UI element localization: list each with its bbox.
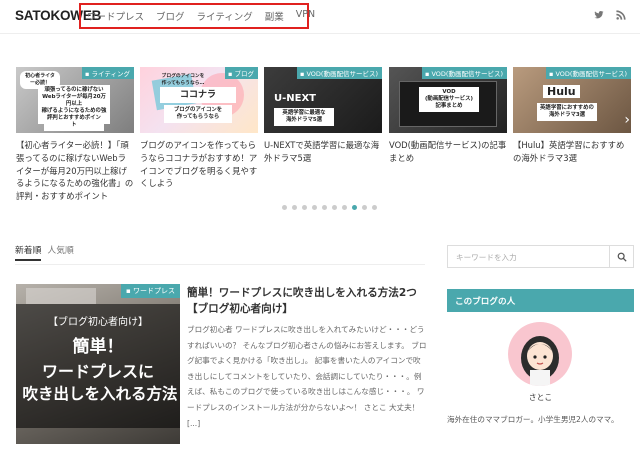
slider-card[interactable]: VOD (動画配信サービス) 記事まとめ ▪ VOD(動画配信サービス) VOD… — [389, 67, 507, 165]
nav-item-writing[interactable]: ライティング — [197, 9, 253, 23]
category-badge: ▪ VOD(動画配信サービス) — [545, 67, 631, 79]
thumb-text: 評判とおすすめポイント — [44, 113, 104, 131]
slider-dot[interactable] — [342, 205, 347, 210]
site-header: SATOKOWEB ワードプレス ブログ ライティング 副業 VPN — [0, 0, 640, 34]
article-excerpt: ブログ初心者 ワードプレスに吹き出しを入れてみたいけど・・・どうすればいいの？ … — [187, 325, 427, 428]
slider-card[interactable]: Hulu 英語学習におすすめの 海外ドラマ3選 ▪ VOD(動画配信サービス) … — [513, 67, 631, 165]
author-avatar — [508, 322, 572, 386]
card-title[interactable]: VOD(動画配信サービス)の記事まとめ — [389, 139, 507, 165]
slider-pagination — [282, 205, 377, 210]
slider-dot[interactable] — [302, 205, 307, 210]
post-sort-tabs: 新着順 人気順 — [15, 243, 74, 261]
global-nav: ワードプレス ブログ ライティング 副業 VPN — [87, 9, 315, 23]
slider-dot[interactable] — [312, 205, 317, 210]
card-thumbnail: ブログのアイコンを 作ってもらうなら… ココナラ ブログのアイコンを 作ってもら… — [140, 67, 258, 133]
search-input[interactable]: キーワードを入力 — [456, 252, 517, 263]
slider-dot[interactable] — [282, 205, 287, 210]
tab-newest[interactable]: 新着順 — [15, 243, 42, 261]
card-thumbnail: U-NEXT 英語学習に最適な 海外ドラマ5選 ▪ VOD(動画配信サービス) — [264, 67, 382, 133]
featured-slider: ‹ 初心者ライター必読！ 頑張ってるのに稼げない Webライターが毎月20万円以… — [0, 62, 640, 212]
card-title[interactable]: 【初心者ライター必読！】「頑張ってるのに稼げないWebライターが毎月20万円以上… — [16, 139, 134, 203]
category-badge: ▪ ブログ — [225, 67, 258, 79]
nav-item-vpn[interactable]: VPN — [296, 9, 315, 23]
thumb-text: ココナラ — [160, 87, 236, 103]
slider-dot[interactable] — [322, 205, 327, 210]
card-thumbnail: 初心者ライター必読！ 頑張ってるのに稼げない Webライターが毎月20万円以上 … — [16, 67, 134, 133]
card-title[interactable]: 【Hulu】英語学習におすすめの海外ドラマ3選 — [513, 139, 631, 165]
search-button[interactable] — [609, 246, 633, 267]
card-title[interactable]: ブログのアイコンを作ってもらうならココナラがおすすめ！アイコンでブログを明るく見… — [140, 139, 258, 190]
slider-prev-arrow[interactable]: ‹ — [2, 112, 8, 128]
tab-divider — [15, 264, 425, 265]
nav-item-side-job[interactable]: 副業 — [265, 9, 284, 23]
thumb-text: ブログのアイコンを 作ってもらうなら — [164, 105, 232, 123]
card-thumbnail: Hulu 英語学習におすすめの 海外ドラマ3選 ▪ VOD(動画配信サービス) — [513, 67, 631, 133]
slider-dot[interactable] — [292, 205, 297, 210]
rss-icon[interactable] — [616, 10, 626, 20]
thumb-text: 簡単！ — [72, 337, 124, 357]
thumb-text: ワードプレスに — [41, 362, 154, 381]
author-name: さとこ — [528, 393, 553, 402]
header-social — [594, 10, 626, 20]
nav-item-blog[interactable]: ブログ — [156, 9, 185, 23]
nav-item-wordpress[interactable]: ワードプレス — [87, 9, 144, 23]
article-title[interactable]: 簡単！ワードプレスに吹き出しを入れる方法2つ【ブログ初心者向け】 — [187, 285, 427, 317]
author-bio: 海外在住のママブロガー。小学生男児2人のママ。 — [447, 415, 619, 424]
thumb-text: 英語学習におすすめの 海外ドラマ3選 — [537, 103, 597, 121]
search-icon — [617, 252, 627, 262]
slider-card[interactable]: 初心者ライター必読！ 頑張ってるのに稼げない Webライターが毎月20万円以上 … — [16, 67, 134, 203]
search-box: キーワードを入力 — [447, 245, 634, 268]
category-badge: ▪ VOD(動画配信サービス) — [296, 67, 382, 79]
category-badge: ▪ ワードプレス — [121, 284, 180, 298]
slider-next-arrow[interactable]: › — [624, 112, 630, 128]
profile-widget-title: このブログの人 — [447, 289, 634, 312]
twitter-icon[interactable] — [594, 10, 604, 20]
slider-dot[interactable] — [332, 205, 337, 210]
category-badge: ▪ ライティング — [82, 67, 134, 79]
category-badge: ▪ VOD(動画配信サービス) — [421, 67, 507, 79]
article-thumbnail[interactable]: 【ブログ初心者向け】 簡単！ ワードプレスに 吹き出しを入れる方法 ▪ ワードプ… — [16, 284, 180, 444]
tab-popular[interactable]: 人気順 — [47, 243, 73, 261]
thumb-text: VOD (動画配信サービス) 記事まとめ — [419, 87, 479, 112]
slider-dot[interactable] — [372, 205, 377, 210]
slider-card[interactable]: U-NEXT 英語学習に最適な 海外ドラマ5選 ▪ VOD(動画配信サービス) … — [264, 67, 382, 165]
card-thumbnail: VOD (動画配信サービス) 記事まとめ ▪ VOD(動画配信サービス) — [389, 67, 507, 133]
card-title[interactable]: U-NEXTで英語学習に最適な海外ドラマ5選 — [264, 139, 382, 165]
thumb-text: 英語学習に最適な 海外ドラマ5選 — [274, 108, 334, 126]
slider-dot-active[interactable] — [352, 205, 357, 210]
thumb-text: Hulu — [543, 85, 580, 98]
thumb-text: 【ブログ初心者向け】 — [48, 317, 148, 328]
thumb-text: 吹き出しを入れる方法 — [22, 385, 178, 403]
slider-card[interactable]: ブログのアイコンを 作ってもらうなら… ココナラ ブログのアイコンを 作ってもら… — [140, 67, 258, 190]
slider-dot[interactable] — [362, 205, 367, 210]
thumb-text: U-NEXT — [274, 93, 317, 104]
